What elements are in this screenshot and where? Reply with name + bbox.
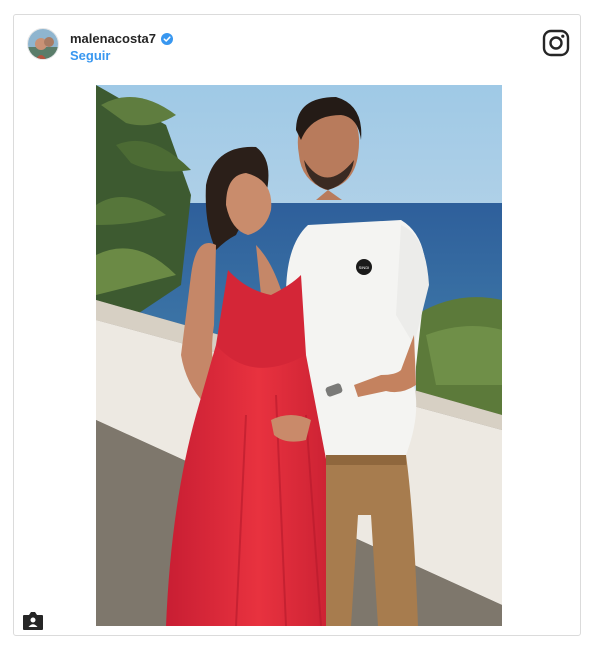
post-photo[interactable]: SINDI (96, 85, 502, 626)
header: malenacosta7 (70, 31, 173, 46)
instagram-icon[interactable] (542, 29, 570, 57)
avatar[interactable] (27, 28, 59, 60)
user-tag-icon[interactable] (22, 611, 44, 631)
username[interactable]: malenacosta7 (70, 31, 156, 46)
follow-button[interactable]: Seguir (70, 48, 110, 63)
instagram-embed-card: malenacosta7 Seguir SINDI (13, 14, 581, 636)
tshirt-print: SINDI (359, 265, 370, 270)
verified-badge-icon (161, 32, 173, 45)
